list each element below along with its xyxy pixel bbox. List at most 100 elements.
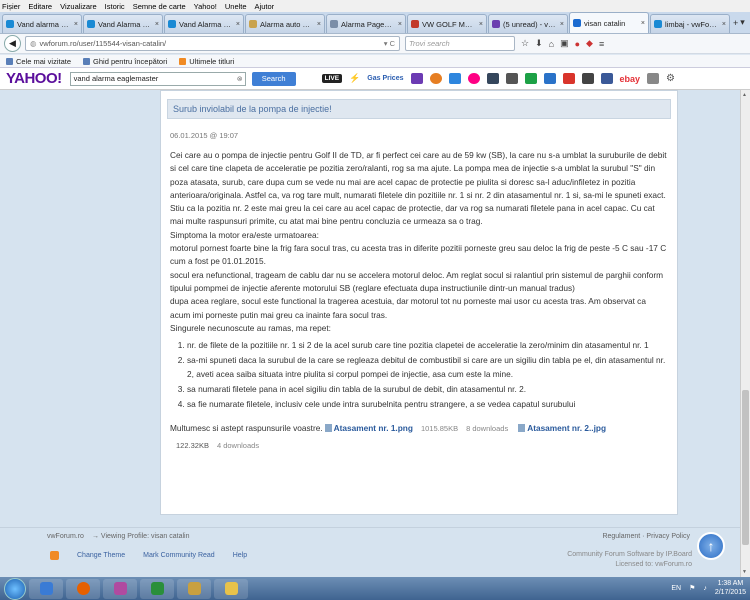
mail-icon[interactable]: [410, 73, 423, 84]
settings-icon[interactable]: ⚙: [666, 73, 675, 84]
tab-8-active[interactable]: visan catalin ×: [569, 12, 649, 33]
mark-read-link[interactable]: Mark Community Read: [143, 552, 215, 559]
taskbar-app[interactable]: [103, 578, 137, 599]
pocket-icon[interactable]: ◆: [586, 38, 593, 49]
gas-prices-link[interactable]: Gas Prices: [367, 75, 403, 82]
scroll-to-top-icon[interactable]: ↑: [697, 532, 725, 560]
taskbar: EN ⚑ ♪ 1:38 AM 2/17/2015: [0, 577, 750, 600]
menu-bookmarks[interactable]: Semne de carte: [133, 2, 186, 11]
change-theme-link[interactable]: Change Theme: [77, 552, 125, 559]
search-input[interactable]: Trovi search: [405, 36, 515, 51]
tab-1[interactable]: Vand alarma vip... ×: [2, 14, 82, 33]
volume-icon[interactable]: ♪: [703, 585, 707, 592]
menu-yahoo[interactable]: Yahoo!: [194, 2, 217, 11]
tab-3[interactable]: Vand Alarma au... ×: [164, 14, 244, 33]
gas-icon[interactable]: ⚡: [349, 73, 360, 84]
menu-tools[interactable]: Unelte: [225, 2, 247, 11]
games-icon[interactable]: [581, 73, 594, 84]
scroll-up-icon[interactable]: ▲: [742, 92, 747, 98]
back-icon[interactable]: ◀: [4, 35, 21, 52]
start-button[interactable]: [4, 577, 26, 600]
tab-6[interactable]: VW GOLF MK2 ... ×: [407, 14, 487, 33]
attachment-link-2[interactable]: Atasament nr. 2..jpg: [527, 423, 606, 433]
rules-link[interactable]: Regulament: [602, 533, 640, 540]
menu-help[interactable]: Ajutor: [255, 2, 275, 11]
menu-history[interactable]: Istoric: [105, 2, 125, 11]
bookmark-getting-started[interactable]: Ghid pentru începători: [83, 57, 167, 66]
bookmark-latest-headlines[interactable]: Ultimele titluri: [179, 57, 234, 66]
tab-list-icon[interactable]: ▾: [740, 17, 745, 28]
facebook-icon[interactable]: [600, 73, 613, 84]
menu-view[interactable]: Vizualizare: [60, 2, 97, 11]
help-link[interactable]: Help: [233, 552, 247, 559]
live-button[interactable]: LIVE: [321, 74, 343, 83]
yahoo-search-input[interactable]: vand alarma eaglemaster ⊗: [69, 71, 246, 86]
scroll-down-icon[interactable]: ▼: [742, 569, 747, 575]
menu-icon[interactable]: ≡: [599, 39, 604, 49]
menu-file[interactable]: Fișier: [2, 2, 20, 11]
close-icon[interactable]: ×: [560, 21, 564, 28]
close-icon[interactable]: ×: [74, 21, 78, 28]
taskbar-app[interactable]: [177, 578, 211, 599]
tab-4[interactable]: Alarma auto vip... ×: [245, 14, 325, 33]
url-bar[interactable]: ◍ vwforum.ro/user/115544-visan-catalin/ …: [25, 36, 400, 51]
close-icon[interactable]: ×: [155, 21, 159, 28]
notifications-icon[interactable]: [562, 73, 575, 84]
close-icon[interactable]: ×: [317, 21, 321, 28]
clipboard-icon[interactable]: ▣: [560, 38, 569, 49]
tray-flag-icon[interactable]: ⚑: [689, 584, 695, 592]
ebay-link[interactable]: ebay: [620, 74, 641, 84]
footer: Change Theme Mark Community Read Help Co…: [0, 545, 740, 577]
close-icon[interactable]: ×: [398, 21, 402, 28]
language-indicator[interactable]: EN: [671, 585, 681, 592]
taskbar-app[interactable]: [66, 578, 100, 599]
tab-5[interactable]: Alarma Pager Vi... ×: [326, 14, 406, 33]
yahoo-search-button[interactable]: Search: [251, 71, 296, 86]
new-tab-icon[interactable]: +: [733, 18, 738, 28]
globe-icon: ◍: [30, 39, 37, 48]
reload-icon[interactable]: ▾ C: [384, 39, 395, 48]
clock[interactable]: 1:38 AM 2/17/2015: [715, 579, 746, 597]
download-icon[interactable]: ⬇: [535, 38, 543, 49]
tab-9[interactable]: limbaj - vwForu... ×: [650, 14, 730, 33]
tab-7[interactable]: (5 unread) - visa... ×: [488, 14, 568, 33]
scroll-thumb[interactable]: [742, 390, 749, 545]
weather-icon[interactable]: [448, 73, 461, 84]
clear-icon[interactable]: ⊗: [237, 75, 243, 83]
home-icon[interactable]: ⌂: [549, 39, 554, 49]
tab-bar: Vand alarma vip... × Vand Alarma au... × V…: [0, 12, 750, 34]
sports-icon[interactable]: [429, 73, 442, 84]
tumblr-icon[interactable]: [486, 73, 499, 84]
calendar-icon[interactable]: [543, 73, 556, 84]
menu-edit[interactable]: Editare: [28, 2, 52, 11]
answers-icon[interactable]: [524, 73, 537, 84]
attachment-link-1[interactable]: Atasament nr. 1.png: [334, 423, 413, 433]
scrollbar[interactable]: ▲ ▼: [740, 90, 750, 577]
favicon-icon: [168, 20, 176, 28]
favicon-icon: [6, 20, 14, 28]
attachment-downloads: 4 downloads: [216, 440, 260, 450]
yahoo-logo[interactable]: YAHOO!: [6, 70, 62, 87]
post-title[interactable]: Surub inviolabil de la pompa de injectie…: [167, 99, 671, 119]
tab-2[interactable]: Vand Alarma au... ×: [83, 14, 163, 33]
powered-line[interactable]: Community Forum Software by IP.Board: [567, 550, 692, 560]
breadcrumb-site[interactable]: vwForum.ro: [47, 533, 84, 540]
question-list: nr. de filete de la pozitiile nr. 1 si 2…: [187, 339, 667, 411]
close-icon[interactable]: ×: [236, 21, 240, 28]
more-icon[interactable]: [647, 73, 660, 84]
star-icon[interactable]: ☆: [521, 38, 529, 49]
thanks-text: Multumesc si astept raspunsurile voastre…: [170, 422, 323, 433]
taskbar-app[interactable]: [214, 578, 248, 599]
favicon-icon: [492, 20, 500, 28]
bookmark-most-visited[interactable]: Cele mai vizitate: [6, 57, 71, 66]
taskbar-app[interactable]: [140, 578, 174, 599]
close-icon[interactable]: ×: [722, 21, 726, 28]
rss-icon[interactable]: [50, 551, 59, 560]
flickr-icon[interactable]: [467, 73, 480, 84]
close-icon[interactable]: ×: [479, 21, 483, 28]
privacy-link[interactable]: Privacy Policy: [646, 533, 690, 540]
close-icon[interactable]: ×: [641, 20, 645, 27]
news-icon[interactable]: [505, 73, 518, 84]
taskbar-app[interactable]: [29, 578, 63, 599]
addon-icon[interactable]: ●: [575, 39, 580, 49]
